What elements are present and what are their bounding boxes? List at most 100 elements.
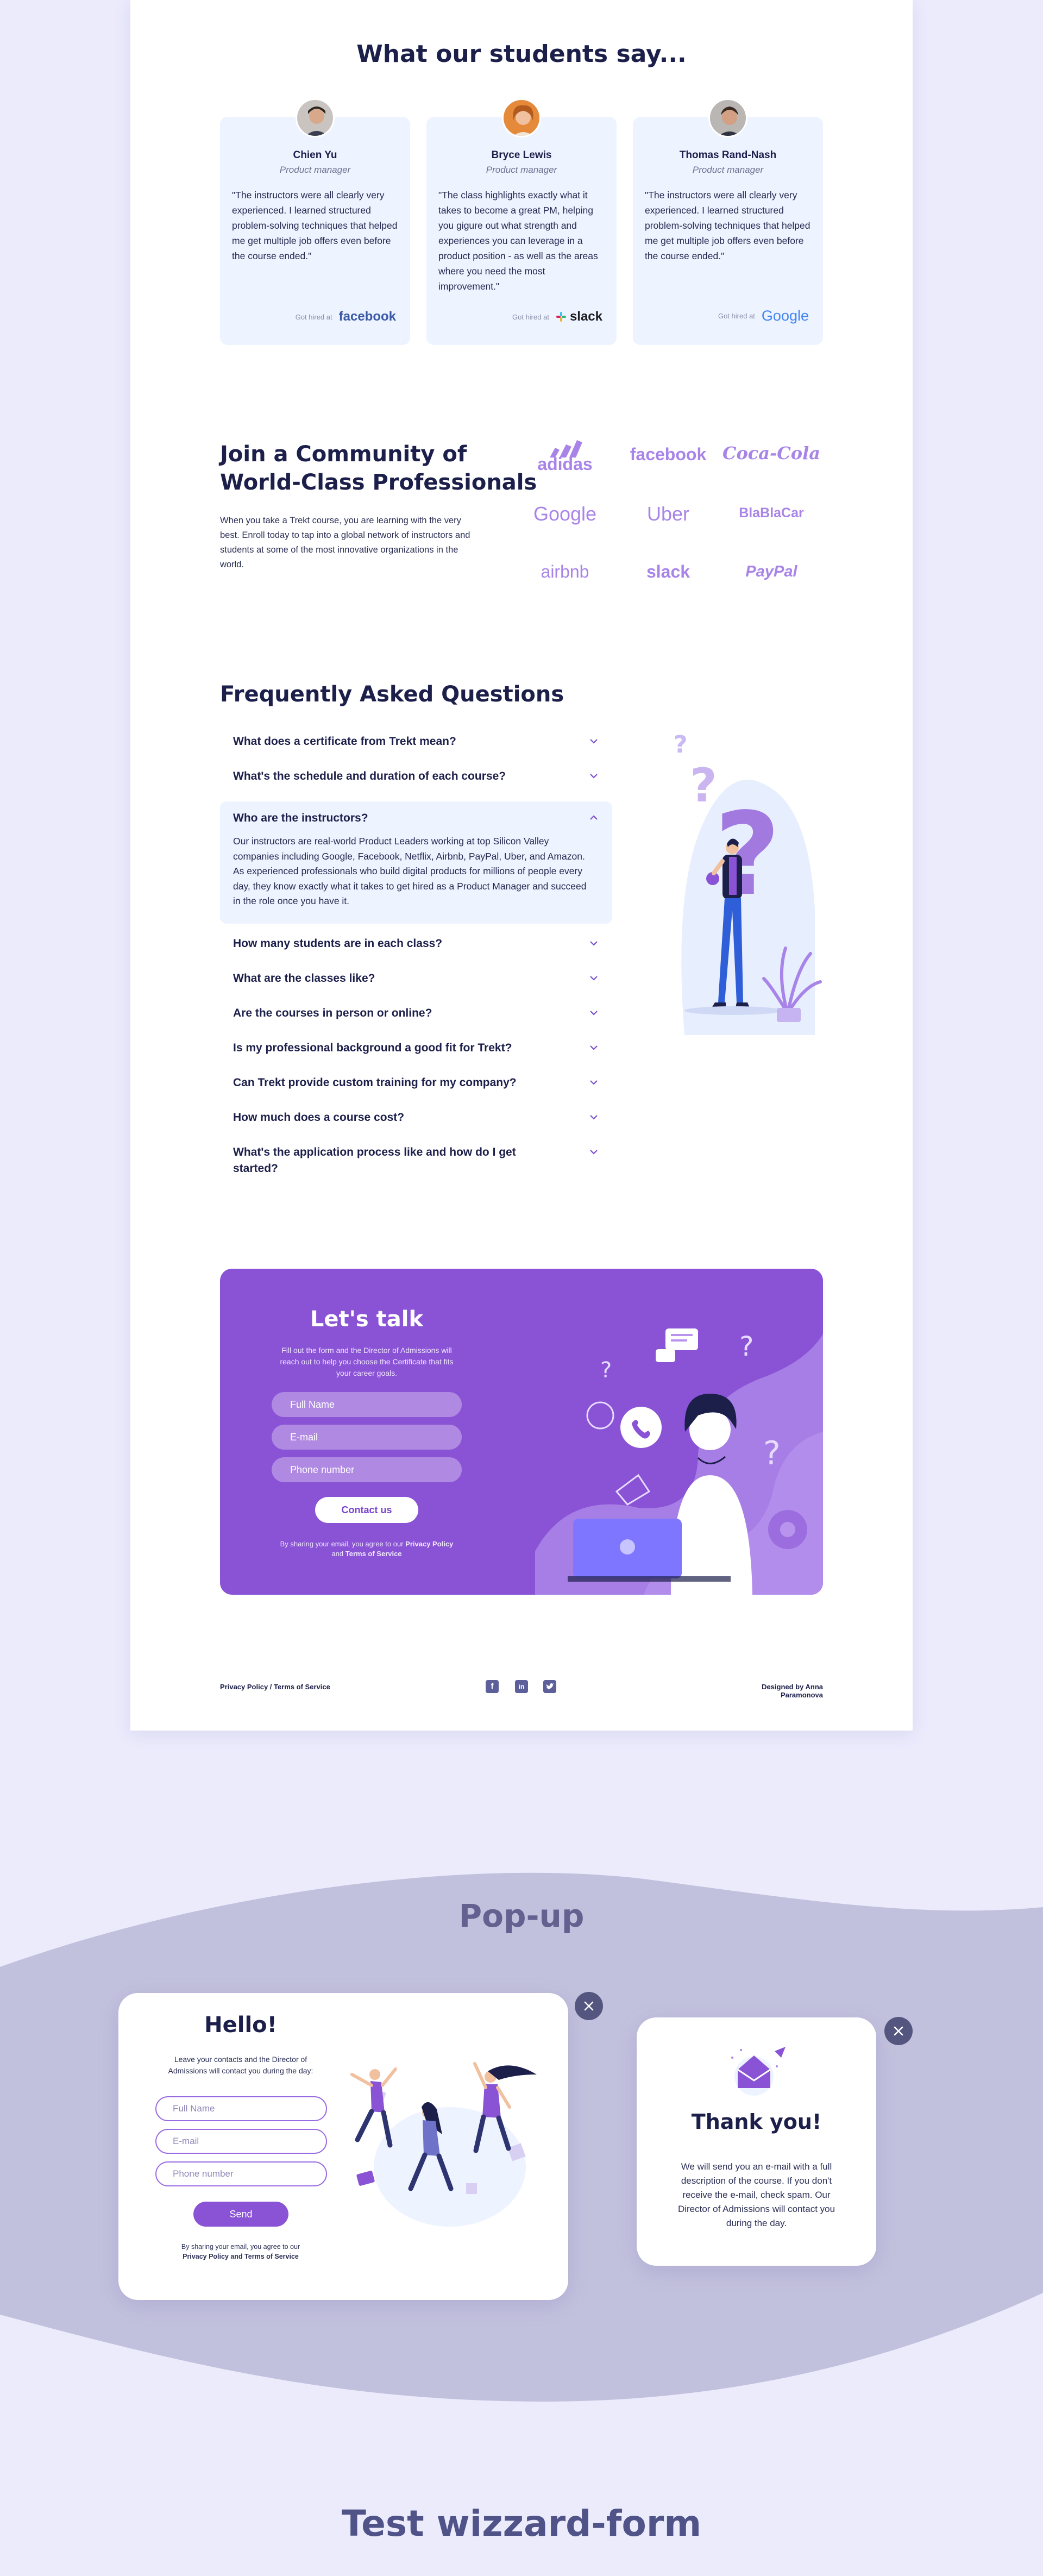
phone-input[interactable]: Phone number: [272, 1457, 462, 1482]
popup-section-title: Pop-up: [458, 1897, 585, 1934]
designer-credit: Designed by Anna Paramonova: [762, 1683, 823, 1699]
community-text: When you take a Trekt course, you are le…: [220, 516, 470, 569]
faq-question: How many students are in each class?: [233, 937, 443, 950]
email-input[interactable]: E-mail: [272, 1425, 462, 1450]
brand-logo-coca-cola: Coca-Cola: [722, 443, 820, 463]
chevron-down-icon: [590, 1045, 598, 1050]
chevron-down-icon: [590, 941, 598, 946]
brand-name: adidas: [537, 454, 593, 474]
community-title-line: World-Class Professionals: [220, 470, 537, 495]
faq-item[interactable]: Is my professional background a good fit…: [220, 1040, 612, 1062]
twitter-icon[interactable]: [543, 1680, 556, 1693]
svg-text:?: ?: [714, 788, 781, 921]
avatar: [708, 98, 747, 137]
testimonial-card: Bryce Lewis Product manager "The class h…: [426, 98, 617, 345]
send-button[interactable]: Send: [193, 2202, 288, 2227]
contact-title: Let's talk: [310, 1307, 424, 1332]
student-name: Bryce Lewis: [491, 149, 552, 161]
faq-question: What's the application process like and …: [233, 1146, 516, 1175]
consent-and: and: [331, 1550, 344, 1558]
faq-item[interactable]: What's the application process like and …: [220, 1144, 612, 1182]
faq-item[interactable]: How many students are in each class?: [220, 936, 612, 957]
popup-full-name-input[interactable]: Full Name: [155, 2096, 327, 2121]
wizard-section-title: Test wizzard-form: [341, 2503, 702, 2544]
company-logo-facebook: facebook: [338, 309, 396, 324]
brand-logo-uber: Uber: [646, 503, 690, 525]
faq-question: What does a certificate from Trekt mean?: [233, 735, 456, 748]
testimonials-title: What our students say...: [356, 40, 687, 68]
popup-hello-text: Leave your contacts and the Director of …: [168, 2055, 313, 2075]
testimonial-card: Thomas Rand-Nash Product manager "The in…: [633, 98, 823, 345]
faq-question: What's the schedule and duration of each…: [233, 770, 506, 782]
svg-text:?: ?: [763, 1434, 781, 1472]
brand-logo-adidas: adidas: [511, 439, 619, 474]
student-name: Chien Yu: [293, 149, 337, 161]
close-thank-you-popup-button[interactable]: [884, 2017, 913, 2045]
testimonial-quote: "The instructors were all clearly very e…: [645, 190, 810, 261]
footer-legal-links[interactable]: Privacy Policy / Terms of Service: [220, 1683, 330, 1691]
linkedin-icon[interactable]: in: [515, 1680, 528, 1693]
student-name: Thomas Rand-Nash: [679, 149, 777, 161]
chevron-down-icon: [590, 976, 598, 981]
privacy-policy-link[interactable]: Privacy Policy: [405, 1540, 453, 1548]
faq-question: Who are the instructors?: [233, 812, 368, 824]
faq-item[interactable]: What's the schedule and duration of each…: [220, 768, 612, 790]
consent-links[interactable]: Privacy Policy and Terms of Service: [151, 2252, 330, 2261]
contact-consent-note: By sharing your email, you agree to our …: [274, 1539, 459, 1559]
chevron-down-icon: [590, 1115, 598, 1120]
chevron-down-icon: [590, 1150, 598, 1155]
faq-item-expanded[interactable]: Who are the instructors? Our instructors…: [220, 801, 612, 924]
community-title-line: Join a Community of: [220, 442, 467, 467]
faq-title: Frequently Asked Questions: [220, 682, 564, 707]
testimonial-card: Chien Yu Product manager "The instructor…: [220, 98, 410, 345]
chevron-down-icon: [590, 1011, 598, 1016]
faq-person-illustration: ? ? ?: [674, 731, 822, 1035]
faq-question: How much does a course cost?: [233, 1111, 405, 1124]
testimonial-quote: "The class highlights exactly what it ta…: [438, 190, 598, 292]
chevron-down-icon: [590, 774, 598, 779]
svg-text:?: ?: [739, 1331, 754, 1362]
brand-logo-airbnb: airbnb: [541, 562, 589, 581]
hired-at: Got hired at slack: [512, 309, 602, 324]
hired-label: Got hired at: [718, 312, 755, 320]
faq-question: Can Trekt provide custom training for my…: [233, 1076, 517, 1089]
brand-logo-facebook: facebook: [630, 444, 707, 464]
facebook-icon[interactable]: f: [486, 1680, 499, 1693]
faq-item[interactable]: How much does a course cost?: [220, 1110, 612, 1131]
chevron-down-icon: [590, 1080, 598, 1085]
popup-consent-note: By sharing your email, you agree to our …: [151, 2242, 330, 2261]
hired-label: Got hired at: [512, 312, 549, 321]
student-role: Product manager: [279, 165, 351, 175]
full-name-input[interactable]: Full Name: [272, 1392, 462, 1417]
popup-phone-input[interactable]: Phone number: [155, 2161, 327, 2186]
close-hello-popup-button[interactable]: [575, 1992, 603, 2020]
faq-question: Is my professional background a good fit…: [233, 1042, 512, 1054]
contact-us-button[interactable]: Contact us: [315, 1497, 418, 1523]
slack-icon: [556, 312, 566, 322]
testimonial-quote: "The instructors were all clearly very e…: [232, 190, 398, 261]
popup-email-input[interactable]: E-mail: [155, 2129, 327, 2154]
avatar: [502, 98, 541, 137]
brand-logo-paypal: PayPal: [745, 563, 797, 580]
brand-logo-slack: slack: [646, 562, 690, 581]
faq-item[interactable]: What are the classes like?: [220, 970, 612, 992]
faq-item[interactable]: Are the courses in person or online?: [220, 1005, 612, 1027]
faq-question: Are the courses in person or online?: [233, 1007, 432, 1019]
faq-item[interactable]: What does a certificate from Trekt mean?: [220, 734, 612, 755]
close-icon: [894, 2026, 903, 2036]
faq-question: What are the classes like?: [233, 972, 375, 985]
brand-logo-google: Google: [533, 503, 597, 525]
landing-page: What our students say... Chien Yu Produc…: [130, 0, 913, 1731]
thank-you-title: Thank you!: [691, 2110, 822, 2134]
contact-subtitle: Fill out the form and the Director of Ad…: [280, 1346, 454, 1377]
terms-of-service-link[interactable]: Terms of Service: [345, 1550, 402, 1558]
svg-text:?: ?: [674, 731, 688, 759]
consent-text: By sharing your email, you agree to our: [280, 1540, 404, 1548]
company-name: slack: [569, 309, 602, 324]
chevron-down-icon: [590, 739, 598, 744]
chevron-up-icon: [590, 815, 598, 820]
faq-item[interactable]: Can Trekt provide custom training for my…: [220, 1075, 612, 1096]
thank-you-popup: Thank you! We will send you an e-mail wi…: [637, 2017, 876, 2266]
avatar: [296, 98, 335, 137]
contact-section: ? ? ? Let's talk Fill out the form and t…: [220, 1269, 823, 1595]
